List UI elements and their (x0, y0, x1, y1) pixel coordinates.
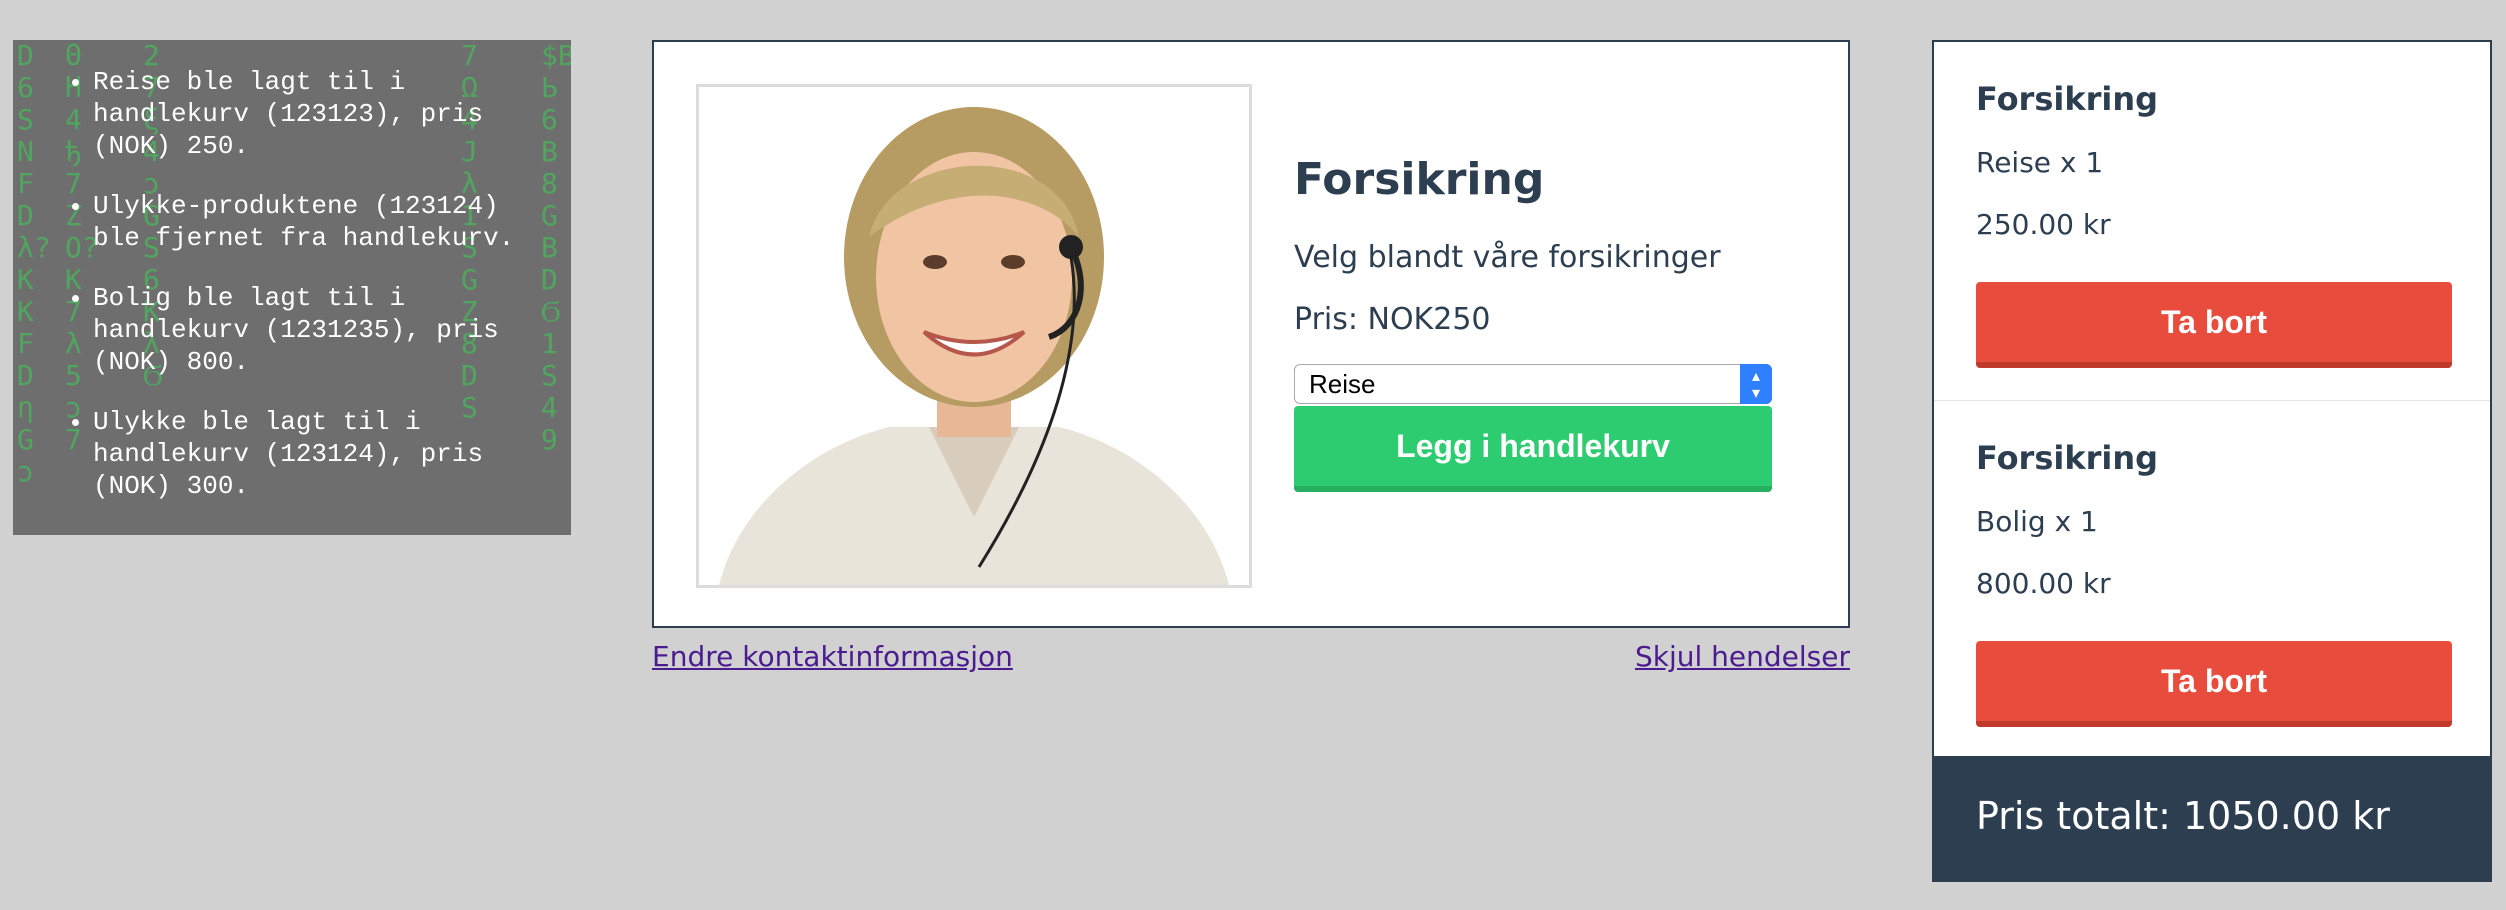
product-title: Forsikring (1294, 154, 1545, 205)
product-description: Velg blandt våre forsikringer (1294, 240, 1721, 275)
edit-contact-link[interactable]: Endre kontaktinformasjon (652, 640, 1013, 673)
cart-item-quantity: Bolig x 1 (1976, 505, 2098, 538)
agent-portrait-image (699, 87, 1249, 585)
remove-item-button[interactable]: Ta bort (1976, 282, 2452, 368)
select-value: Reise (1309, 369, 1376, 399)
event-item: Ulykke ble lagt til i handlekurv (123124… (93, 406, 541, 502)
cart-item-title: Forsikring (1976, 80, 2159, 118)
event-item: Ulykke-produktene (123124) ble fjernet f… (93, 190, 541, 254)
product-photo (696, 84, 1252, 588)
event-log-panel: D6SNFDλ?KKFDηGɔ ΘΗ4ђ7ZO?K7λ5ɔ7 27ξ4ɔGS6K… (13, 40, 571, 535)
cart-total-label: Pris totalt: 1050.00 kr (1976, 794, 2390, 838)
product-card: Forsikring Velg blandt våre forsikringer… (652, 40, 1850, 628)
add-to-cart-button[interactable]: Legg i handlekurv (1294, 406, 1772, 492)
insurance-type-select[interactable]: Reise ▴ ▾ (1294, 364, 1772, 404)
hide-events-link[interactable]: Skjul hendelser (1635, 640, 1850, 673)
cart-item-quantity: Reise x 1 (1976, 146, 2104, 179)
shopping-cart: Forsikring Reise x 1 250.00 kr Ta bort F… (1932, 40, 2492, 882)
cart-item-price: 800.00 kr (1976, 567, 2111, 600)
cart-item: Forsikring Bolig x 1 800.00 kr Ta bort (1934, 401, 2490, 760)
cart-item-title: Forsikring (1976, 439, 2159, 477)
cart-item-price: 250.00 kr (1976, 208, 2111, 241)
product-price: Pris: NOK250 (1294, 302, 1491, 337)
select-arrows-icon: ▴ ▾ (1740, 364, 1772, 404)
cart-total-bar: Pris totalt: 1050.00 kr (1934, 756, 2490, 880)
cart-item: Forsikring Reise x 1 250.00 kr Ta bort (1934, 42, 2490, 401)
event-item: Bolig ble lagt til i handlekurv (1231235… (93, 282, 541, 378)
remove-item-button[interactable]: Ta bort (1976, 641, 2452, 727)
event-list: Reise ble lagt til i handlekurv (123123)… (13, 40, 571, 502)
event-item: Reise ble lagt til i handlekurv (123123)… (93, 66, 541, 162)
